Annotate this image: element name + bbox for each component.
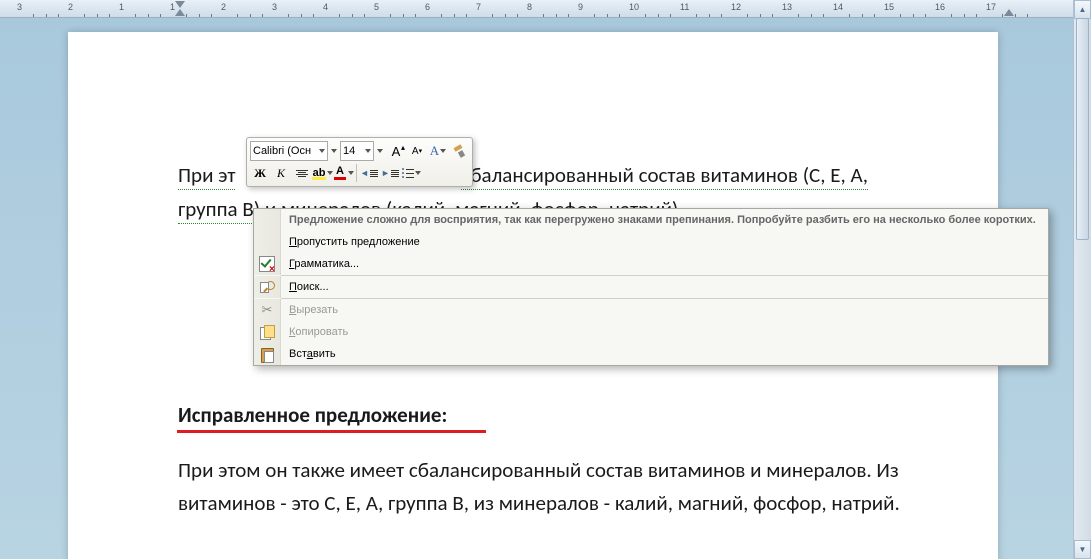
highlight-button[interactable]: ab (313, 163, 333, 183)
copy-icon (259, 324, 275, 340)
increase-indent-button[interactable]: ► (380, 163, 400, 183)
highlight-icon: ab (313, 167, 326, 179)
first-line-indent-marker[interactable] (175, 1, 185, 8)
grow-font-button[interactable]: A▴ (386, 141, 406, 161)
skip-sentence-item[interactable]: Пропустить предложение (254, 231, 1048, 253)
scissors-icon: ✂ (259, 302, 275, 318)
grammar-check-icon: × (259, 256, 275, 272)
scroll-up-button[interactable]: ▲ (1074, 0, 1091, 19)
font-color-button[interactable]: A (334, 163, 354, 183)
center-align-icon (296, 170, 308, 177)
hanging-indent-marker[interactable] (175, 9, 185, 16)
chevron-down-icon (415, 171, 421, 175)
font-name-dropdown-button[interactable] (329, 141, 339, 161)
cut-item[interactable]: ✂ Вырезать (254, 299, 1048, 321)
chevron-down-icon (365, 149, 371, 153)
decrease-indent-button[interactable]: ◄ (359, 163, 379, 183)
mini-toolbar: Calibri (Осн 14 A▴ A▾ A Ж К ab A (246, 137, 473, 187)
styles-button[interactable]: A (428, 141, 448, 161)
font-size-combo[interactable]: 14 (340, 141, 374, 161)
corrected-heading[interactable]: Исправленное предложение: (178, 402, 447, 428)
paste-item[interactable]: Вставить (254, 343, 1048, 365)
document-area: При эт сбалансированный состав витаминов… (0, 18, 1091, 559)
grammar-suggestion-item[interactable]: Предложение сложно для восприятия, так к… (254, 209, 1048, 231)
context-menu: Предложение сложно для восприятия, так к… (253, 208, 1049, 366)
format-painter-button[interactable] (449, 141, 469, 161)
center-align-button[interactable] (292, 163, 312, 183)
chevron-down-icon (377, 149, 383, 153)
bold-button[interactable]: Ж (250, 163, 270, 183)
search-item[interactable]: Поиск... (254, 276, 1048, 298)
chevron-down-icon (331, 149, 337, 153)
brush-icon (452, 144, 466, 158)
right-indent-marker[interactable] (1004, 9, 1014, 16)
search-icon (260, 280, 274, 294)
decrease-indent-icon: ◄ (360, 168, 378, 178)
shrink-font-button[interactable]: A▾ (407, 141, 427, 161)
paragraph-2[interactable]: При этом он также имеет сбалансированный… (178, 454, 958, 519)
bullets-icon (402, 168, 414, 178)
bullets-button[interactable] (401, 163, 421, 183)
heading-underline (177, 430, 486, 433)
font-name-combo[interactable]: Calibri (Осн (250, 141, 328, 161)
copy-item[interactable]: Копировать (254, 321, 1048, 343)
font-size-dropdown-button[interactable] (375, 141, 385, 161)
grammar-item[interactable]: × Грамматика... (254, 253, 1048, 275)
app-viewport: 3211234567891011121314151617 ▲ ▼ При эт … (0, 0, 1091, 559)
chevron-down-icon (327, 171, 333, 175)
chevron-down-icon (319, 149, 325, 153)
chevron-down-icon (348, 171, 354, 175)
paste-icon (259, 346, 275, 362)
font-color-icon: A (334, 166, 346, 180)
increase-indent-icon: ► (381, 168, 399, 178)
separator (356, 164, 357, 182)
horizontal-ruler[interactable]: 3211234567891011121314151617 (0, 0, 1091, 18)
chevron-down-icon (440, 149, 446, 153)
grammar-error-text[interactable]: При эт (178, 162, 235, 190)
italic-button[interactable]: К (271, 163, 291, 183)
